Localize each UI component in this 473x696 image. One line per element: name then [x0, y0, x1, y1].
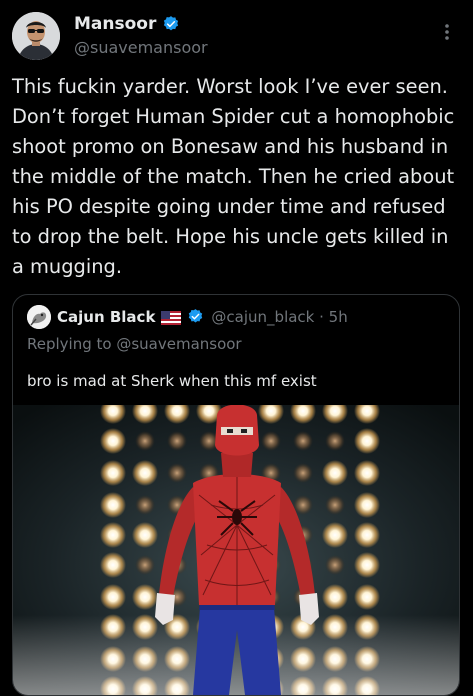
stage-light — [100, 492, 126, 518]
more-vertical-icon[interactable] — [437, 20, 457, 44]
stage-light — [100, 522, 126, 548]
stage-light — [167, 431, 187, 451]
author-display-name[interactable]: Mansoor — [74, 14, 156, 34]
stage-light — [100, 552, 126, 578]
stage-light — [132, 522, 158, 548]
stage-light — [354, 584, 380, 610]
stage-light — [100, 584, 126, 610]
stage-light — [135, 495, 155, 515]
stage-light — [261, 431, 281, 451]
quoted-media-image[interactable] — [13, 398, 459, 695]
author-handle[interactable]: @suavemansoor — [74, 38, 208, 57]
stage-light — [325, 431, 345, 451]
stage-light — [322, 460, 348, 486]
stage-light — [100, 428, 126, 454]
quoted-replying-to: Replying to @suavemansoor — [27, 335, 242, 353]
stage-light — [354, 552, 380, 578]
stage-light — [132, 584, 158, 610]
author-avatar[interactable] — [12, 12, 60, 60]
quoted-tweet-text: bro is mad at Sherk when this mf exist — [27, 372, 317, 390]
quoted-tweet-header: Cajun Black @cajun_black · 5h — [27, 305, 348, 329]
stage-light — [354, 522, 380, 548]
verified-badge-icon — [162, 15, 180, 33]
stage-light — [354, 460, 380, 486]
stage-light — [322, 522, 348, 548]
stage-light — [293, 463, 313, 483]
stage-light — [325, 495, 345, 515]
quoted-tweet-card[interactable]: Cajun Black @cajun_black · 5h Replying t… — [12, 294, 460, 696]
quoted-display-name[interactable]: Cajun Black — [57, 308, 155, 326]
quoted-verified-badge-icon — [187, 308, 205, 326]
stage-light — [325, 555, 345, 575]
us-flag-icon — [161, 310, 182, 325]
post-header: Mansoor @suavemansoor — [0, 0, 473, 70]
stage-light — [167, 463, 187, 483]
tweet-text: This fuckin yarder. Worst look I’ve ever… — [12, 75, 455, 278]
stage-light — [354, 492, 380, 518]
quoted-handle-time[interactable]: @cajun_black · 5h — [211, 308, 347, 326]
author-name-row: Mansoor — [74, 14, 180, 34]
stage-light — [132, 460, 158, 486]
quoted-avatar[interactable] — [27, 305, 51, 329]
stage-light — [293, 431, 313, 451]
stage-light — [135, 431, 155, 451]
stage-light — [354, 428, 380, 454]
stage-light — [322, 584, 348, 610]
stage-light — [100, 460, 126, 486]
stage-light — [135, 555, 155, 575]
